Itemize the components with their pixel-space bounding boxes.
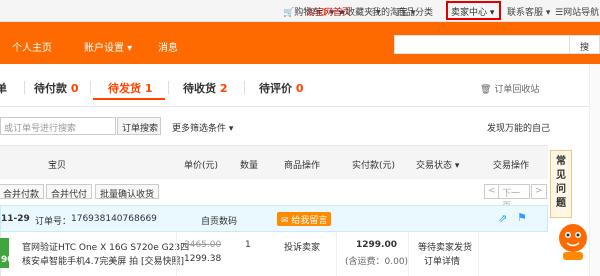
order-search-input[interactable]: 或订单号进行搜索 xyxy=(0,117,116,135)
shipping-fee: (含运费：0.00) xyxy=(345,257,409,267)
order-header: 11-29 订单号： 176938140768669 自贡数码 ✉ 给我留言 ⇗… xyxy=(0,205,548,232)
categories-link[interactable]: 商品分类 xyxy=(397,5,433,18)
faq-char: 问 xyxy=(556,184,566,195)
tab-pending-review[interactable]: 待评价 0 xyxy=(259,80,304,96)
tab-divider xyxy=(90,81,91,94)
order-table-header: 宝贝 单价(元) 数量 商品操作 实付款(元) 交易状态 ▾ 交易操作 xyxy=(0,145,548,179)
order-search-button[interactable]: 订单搜索 xyxy=(117,117,161,135)
original-price: 3465.00 xyxy=(184,240,222,250)
order-number-label: 订单号： xyxy=(35,217,72,227)
grid-icon: ☰ xyxy=(555,8,564,18)
col-item: 宝贝 xyxy=(48,161,67,171)
tab-divider xyxy=(24,81,25,94)
cell-divider xyxy=(336,232,337,276)
product-title-line2[interactable]: 核安卓智能手机4.7完美屏 拍 [交易快照] xyxy=(22,254,184,267)
tab-divider xyxy=(244,81,245,94)
col-status[interactable]: 交易状态 ▾ xyxy=(416,158,459,171)
order-number: 176938140768669 xyxy=(71,214,157,224)
tab-pending-payment[interactable]: 待付款 0 xyxy=(34,80,79,96)
flag-icon[interactable]: ⚑ xyxy=(517,211,527,224)
cart-link-visible[interactable]: 🛒购物车1 ▾ xyxy=(283,5,334,18)
seller-center-highlight xyxy=(446,1,501,20)
discover-link[interactable]: 发现万能的自己 xyxy=(487,121,550,134)
col-item-ops: 商品操作 xyxy=(284,161,321,171)
nav-account-settings[interactable]: 账户设置 ▾ xyxy=(84,39,132,54)
more-filters-toggle[interactable]: 更多筛选条件 ▾ xyxy=(172,121,233,134)
main-nav: 个人主页 账户设置 ▾ 消息 搜 xyxy=(0,22,600,64)
chat-button[interactable]: ✉ 给我留言 xyxy=(277,212,332,226)
col-unit-price: 单价(元) xyxy=(184,161,219,171)
cart-count: 1 xyxy=(321,8,327,18)
chat-icon: ✉ xyxy=(281,216,289,226)
search-input[interactable] xyxy=(394,35,570,54)
paid-amount: 1299.00 xyxy=(356,240,397,250)
favorites-link-vis[interactable]: ★收藏夹 ▾ xyxy=(338,5,380,18)
trash-icon: 🗑 xyxy=(480,85,492,95)
unit-price: 1299.38 xyxy=(184,254,222,264)
merge-pay-agent-button[interactable]: 合并代付 xyxy=(46,184,93,200)
col-quantity: 数量 xyxy=(240,161,259,171)
col-actual-paid: 实付款(元) xyxy=(352,161,396,171)
tab-divider xyxy=(168,81,169,94)
order-date: 11-29 xyxy=(1,214,30,224)
share-icon[interactable]: ⇗ xyxy=(498,212,507,225)
search-button[interactable]: 搜 xyxy=(570,35,600,54)
site-nav-link[interactable]: ☰网站导航 xyxy=(555,5,599,18)
order-status: 等待卖家发货 xyxy=(418,243,473,253)
cart-icon: 🛒 xyxy=(283,8,295,18)
tab-all[interactable]: 订单单 xyxy=(0,80,7,96)
tab-pending-shipment[interactable]: 待发货 1 xyxy=(108,80,153,96)
quantity: 1 xyxy=(245,240,251,250)
order-detail-link[interactable]: 订单详情 xyxy=(424,254,460,267)
bulk-actions: 合并付款 合并代付 批量确认收货 < 下一页 > xyxy=(0,179,548,212)
faq-char: 题 xyxy=(556,198,566,209)
right-scrollbar[interactable] xyxy=(589,64,600,276)
recycle-bin-link[interactable]: 🗑 订单回收站 xyxy=(480,82,539,95)
cart-label: 购物车 xyxy=(294,8,322,18)
next-page-label[interactable]: 下一页 xyxy=(498,184,530,212)
star-icon: ★ xyxy=(338,8,347,18)
nav-messages[interactable]: 消息 xyxy=(158,39,178,54)
complain-seller-link[interactable]: 投诉卖家 xyxy=(284,240,320,253)
batch-confirm-button[interactable]: 批量确认收货 xyxy=(95,184,160,200)
nav-profile[interactable]: 个人主页 xyxy=(12,39,52,54)
cell-divider xyxy=(478,232,479,276)
faq-widget[interactable]: 常 见 问 题 xyxy=(550,150,572,218)
cell-divider xyxy=(176,232,177,276)
thumb-label: 90 xyxy=(1,255,14,265)
product-title-line1[interactable]: 官网验证HTC One X 16G S720e G23四 xyxy=(22,240,189,253)
faq-char: 见 xyxy=(556,170,566,181)
col-trade-ops: 交易操作 xyxy=(493,161,530,171)
next-page-button[interactable]: > xyxy=(531,184,547,199)
faq-char: 常 xyxy=(556,156,566,167)
contact-link[interactable]: 联系客服 ▾ xyxy=(507,5,550,18)
tab-pending-receipt[interactable]: 待收货 2 xyxy=(183,80,228,96)
merge-pay-button[interactable]: 合并付款 xyxy=(0,184,45,200)
shop-name[interactable]: 自贡数码 xyxy=(201,214,237,227)
cell-divider xyxy=(408,232,409,276)
active-tab-indicator xyxy=(93,98,165,100)
